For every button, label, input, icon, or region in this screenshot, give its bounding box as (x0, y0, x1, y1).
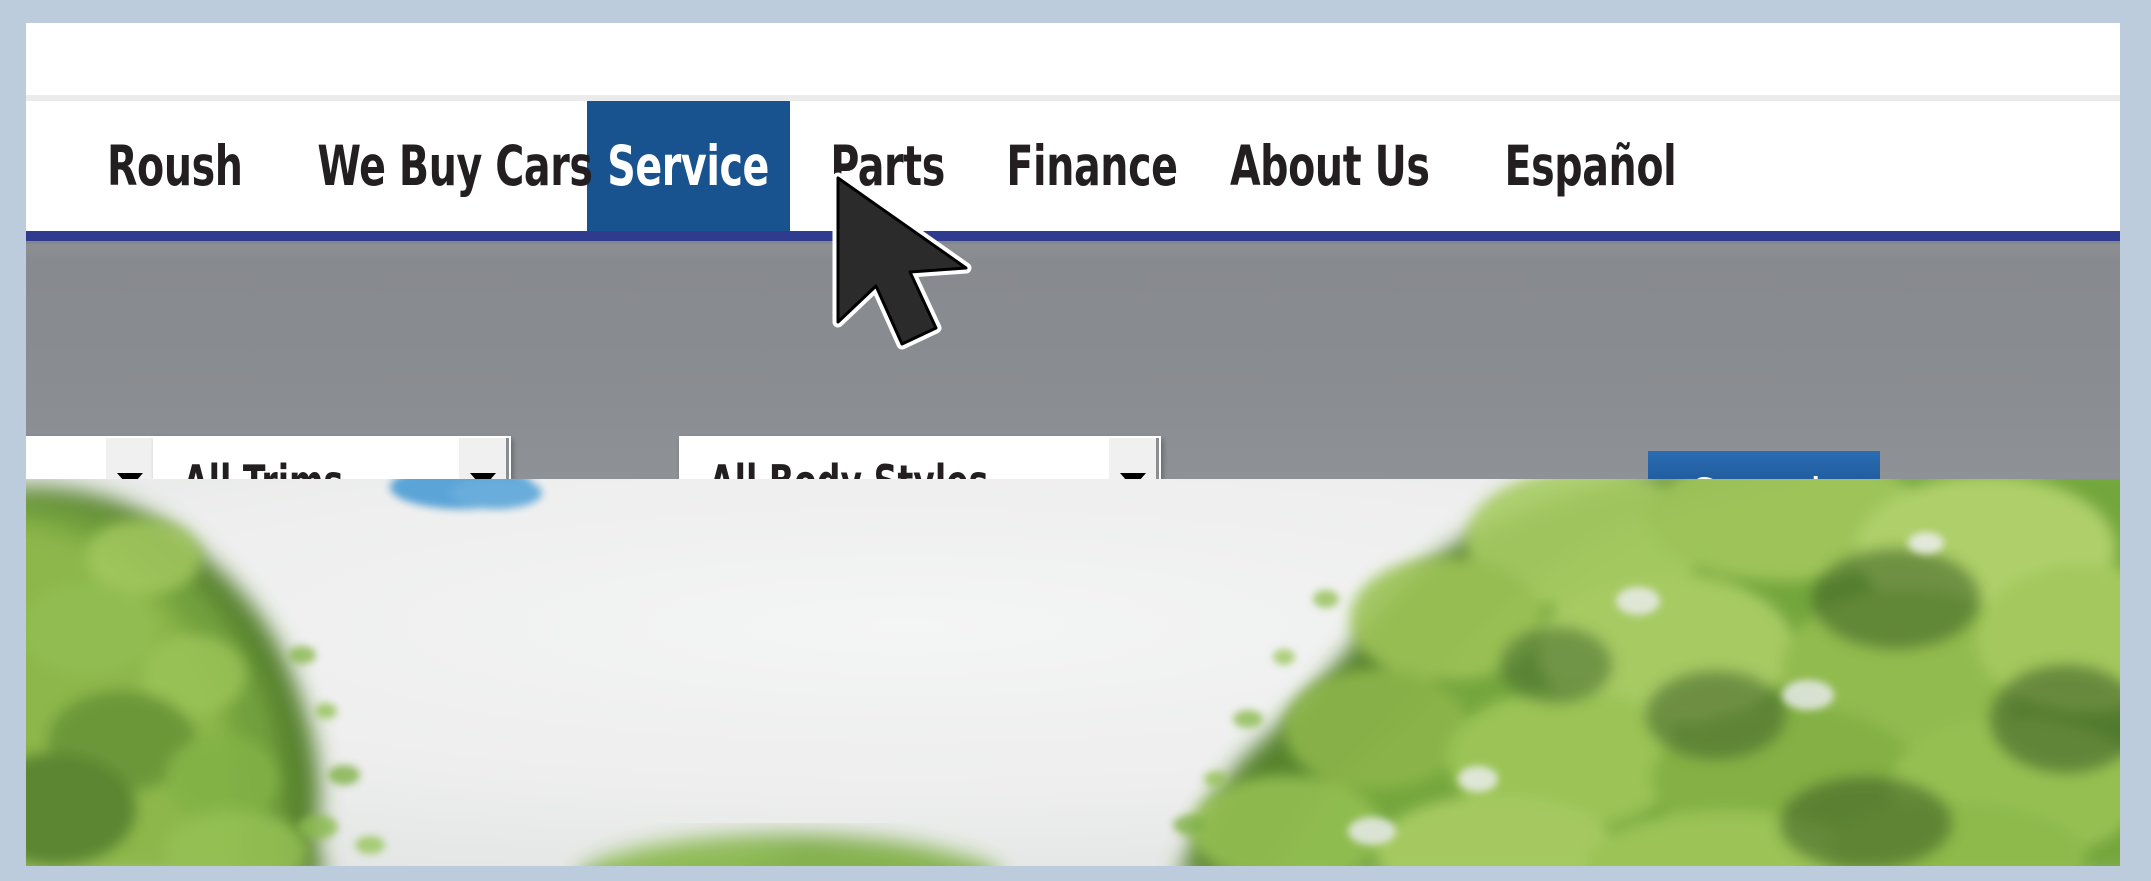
nav-item-parts[interactable]: Parts (790, 101, 985, 231)
hero-photo-artwork (26, 479, 2120, 866)
nav-label-we-buy-cars: We Buy Cars (317, 134, 593, 198)
nav-item-about-us[interactable]: About Us (1199, 101, 1461, 231)
vehicle-search-band: All Trims All Body Styles Search (26, 241, 2120, 549)
nav-bottom-rule (26, 231, 2120, 241)
nav-label-espanol: Español (1504, 134, 1676, 198)
nav-label-service: Service (607, 134, 770, 198)
header-strip (26, 23, 2120, 95)
nav-item-espanol[interactable]: Español (1461, 101, 1719, 231)
hero-photo (26, 479, 2120, 866)
nav-label-parts: Parts (830, 134, 945, 198)
nav-label-finance: Finance (1006, 134, 1178, 198)
nav-item-finance[interactable]: Finance (985, 101, 1199, 231)
nav-item-roush[interactable]: Roush (26, 101, 323, 231)
nav-item-we-buy-cars[interactable]: We Buy Cars (317, 101, 593, 231)
nav-label-roush: Roush (106, 134, 243, 198)
band-top-hairline (26, 241, 2120, 244)
browser-viewport: Roush We Buy Cars Service Parts Finance … (0, 0, 2151, 881)
nav-label-about-us: About Us (1230, 134, 1430, 198)
nav-items-container: Roush We Buy Cars Service Parts Finance … (26, 101, 1719, 231)
nav-item-service[interactable]: Service (587, 101, 790, 231)
page-sheet: Roush We Buy Cars Service Parts Finance … (26, 23, 2120, 866)
primary-navigation: Roush We Buy Cars Service Parts Finance … (26, 101, 2120, 231)
